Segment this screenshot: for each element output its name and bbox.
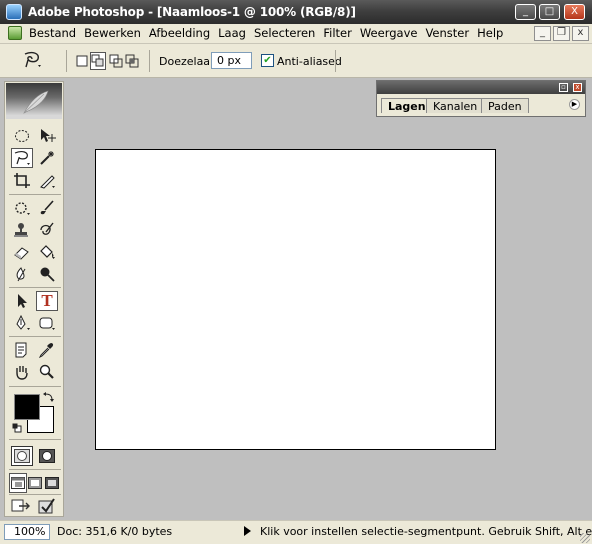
toolbox: T <box>4 81 64 517</box>
paint-bucket-tool-icon[interactable] <box>36 242 58 262</box>
feather-logo-icon <box>23 90 49 114</box>
toolbox-area: T <box>0 78 68 520</box>
toolbox-divider <box>9 287 61 288</box>
menu-bar: Bestand Bewerken Afbeelding Laag Selecte… <box>0 24 592 44</box>
menu-bewerken[interactable]: Bewerken <box>83 26 147 41</box>
palette-minimize-button[interactable]: ▫ <box>559 83 568 92</box>
shape-tool-icon[interactable] <box>36 313 58 333</box>
toolbox-divider <box>9 194 61 195</box>
document-size: Doc: 351,6 K/0 bytes <box>57 525 173 538</box>
workspace-area <box>68 78 592 520</box>
hand-tool-icon[interactable] <box>11 362 33 382</box>
document-restore-button[interactable]: ❐ <box>553 26 570 41</box>
standard-mode-icon[interactable] <box>11 446 33 466</box>
options-divider <box>335 50 336 72</box>
options-divider <box>66 50 67 72</box>
full-screen-menu-mode-icon[interactable] <box>26 473 44 493</box>
tool-preset-lasso-icon[interactable] <box>20 50 44 70</box>
full-screen-mode-icon[interactable] <box>43 473 61 493</box>
options-bar: Doezelaar: 0 px ✔ Anti-aliased <box>0 44 592 78</box>
palette-title-bar[interactable]: ▫ x <box>377 81 585 94</box>
quick-mask-mode-icon[interactable] <box>36 446 58 466</box>
photoshop-window: Adobe Photoshop - [Naamloos-1 @ 100% (RG… <box>0 0 592 544</box>
toolbox-divider <box>9 336 61 337</box>
menu-help[interactable]: Help <box>476 26 509 41</box>
minimize-button[interactable]: _ <box>515 4 536 20</box>
zoom-field[interactable]: 100% <box>4 524 50 540</box>
menu-items: Bestand Bewerken Afbeelding Laag Selecte… <box>28 26 510 41</box>
options-divider <box>149 50 150 72</box>
pen-tool-icon[interactable] <box>11 313 33 333</box>
tab-paden[interactable]: Paden <box>481 98 529 113</box>
layers-palette: ▫ x Lagen Kanalen Paden ▶ <box>376 80 586 117</box>
menu-selecteren[interactable]: Selecteren <box>253 26 321 41</box>
zoom-tool-icon[interactable] <box>36 362 58 382</box>
menu-venster[interactable]: Venster <box>424 26 475 41</box>
photoshop-app-icon[interactable] <box>6 4 22 20</box>
status-message: Klik voor instellen selectie-segmentpunt… <box>260 525 592 538</box>
toolbox-divider <box>9 494 61 495</box>
lasso-tool-icon[interactable] <box>11 148 33 168</box>
clone-stamp-tool-icon[interactable] <box>11 220 33 240</box>
brush-tool-icon[interactable] <box>36 198 58 218</box>
toolbox-divider <box>9 386 61 387</box>
palette-menu-arrow-icon[interactable]: ▶ <box>569 99 580 110</box>
document-close-button[interactable]: x <box>572 26 589 41</box>
intersect-selection-icon[interactable] <box>125 54 139 68</box>
notes-tool-icon[interactable] <box>11 340 33 360</box>
swap-colors-icon[interactable] <box>43 391 55 403</box>
status-bar: 100% Doc: 351,6 K/0 bytes Klik voor inst… <box>0 520 592 544</box>
anti-aliased-checkbox[interactable]: ✔ <box>261 54 274 67</box>
resize-grip[interactable] <box>580 533 590 543</box>
document-minimize-button[interactable]: _ <box>534 26 551 41</box>
add-to-selection-icon[interactable] <box>90 52 106 70</box>
default-colors-icon[interactable] <box>12 423 22 433</box>
dodge-tool-icon[interactable] <box>36 264 58 284</box>
document-icon[interactable] <box>8 26 22 40</box>
menu-bestand[interactable]: Bestand <box>28 26 82 41</box>
eraser-tool-icon[interactable] <box>11 242 33 262</box>
magic-wand-tool-icon[interactable] <box>36 148 58 168</box>
subtract-from-selection-icon[interactable] <box>109 54 123 68</box>
marquee-tool-icon[interactable] <box>11 126 33 146</box>
toolbox-header[interactable] <box>6 83 62 119</box>
window-title: Adobe Photoshop - [Naamloos-1 @ 100% (RG… <box>28 5 356 19</box>
jump-to-imageready-icon[interactable] <box>11 496 33 516</box>
tab-kanalen[interactable]: Kanalen <box>426 98 482 113</box>
eyedropper-tool-icon[interactable] <box>36 340 58 360</box>
type-tool-icon[interactable]: T <box>36 291 58 311</box>
palette-close-button[interactable]: x <box>573 83 582 92</box>
healing-brush-tool-icon[interactable] <box>11 198 33 218</box>
menu-filter[interactable]: Filter <box>322 26 357 41</box>
status-menu-arrow-icon[interactable] <box>244 526 251 536</box>
anti-aliased-label: Anti-aliased <box>277 55 342 68</box>
menu-laag[interactable]: Laag <box>217 26 252 41</box>
toolbox-divider <box>9 439 61 440</box>
move-tool-icon[interactable] <box>36 126 58 146</box>
imageready-check-icon[interactable] <box>36 496 58 516</box>
feather-label: Doezelaar: <box>159 55 219 68</box>
close-button[interactable]: X <box>564 4 585 20</box>
history-brush-tool-icon[interactable] <box>36 220 58 240</box>
document-canvas[interactable] <box>95 149 496 450</box>
toolbox-divider <box>9 469 61 470</box>
foreground-color-swatch[interactable] <box>14 394 40 420</box>
menu-weergave[interactable]: Weergave <box>359 26 424 41</box>
tab-lagen[interactable]: Lagen <box>381 98 427 113</box>
standard-screen-mode-icon[interactable] <box>9 473 27 493</box>
title-bar: Adobe Photoshop - [Naamloos-1 @ 100% (RG… <box>0 0 592 25</box>
maximize-button[interactable]: □ <box>539 4 560 20</box>
path-selection-tool-icon[interactable] <box>11 291 33 311</box>
feather-input[interactable]: 0 px <box>211 52 252 69</box>
slice-tool-icon[interactable] <box>36 171 58 191</box>
new-selection-icon[interactable] <box>75 54 89 68</box>
blur-tool-icon[interactable] <box>11 264 33 284</box>
menu-afbeelding[interactable]: Afbeelding <box>148 26 216 41</box>
crop-tool-icon[interactable] <box>11 171 33 191</box>
